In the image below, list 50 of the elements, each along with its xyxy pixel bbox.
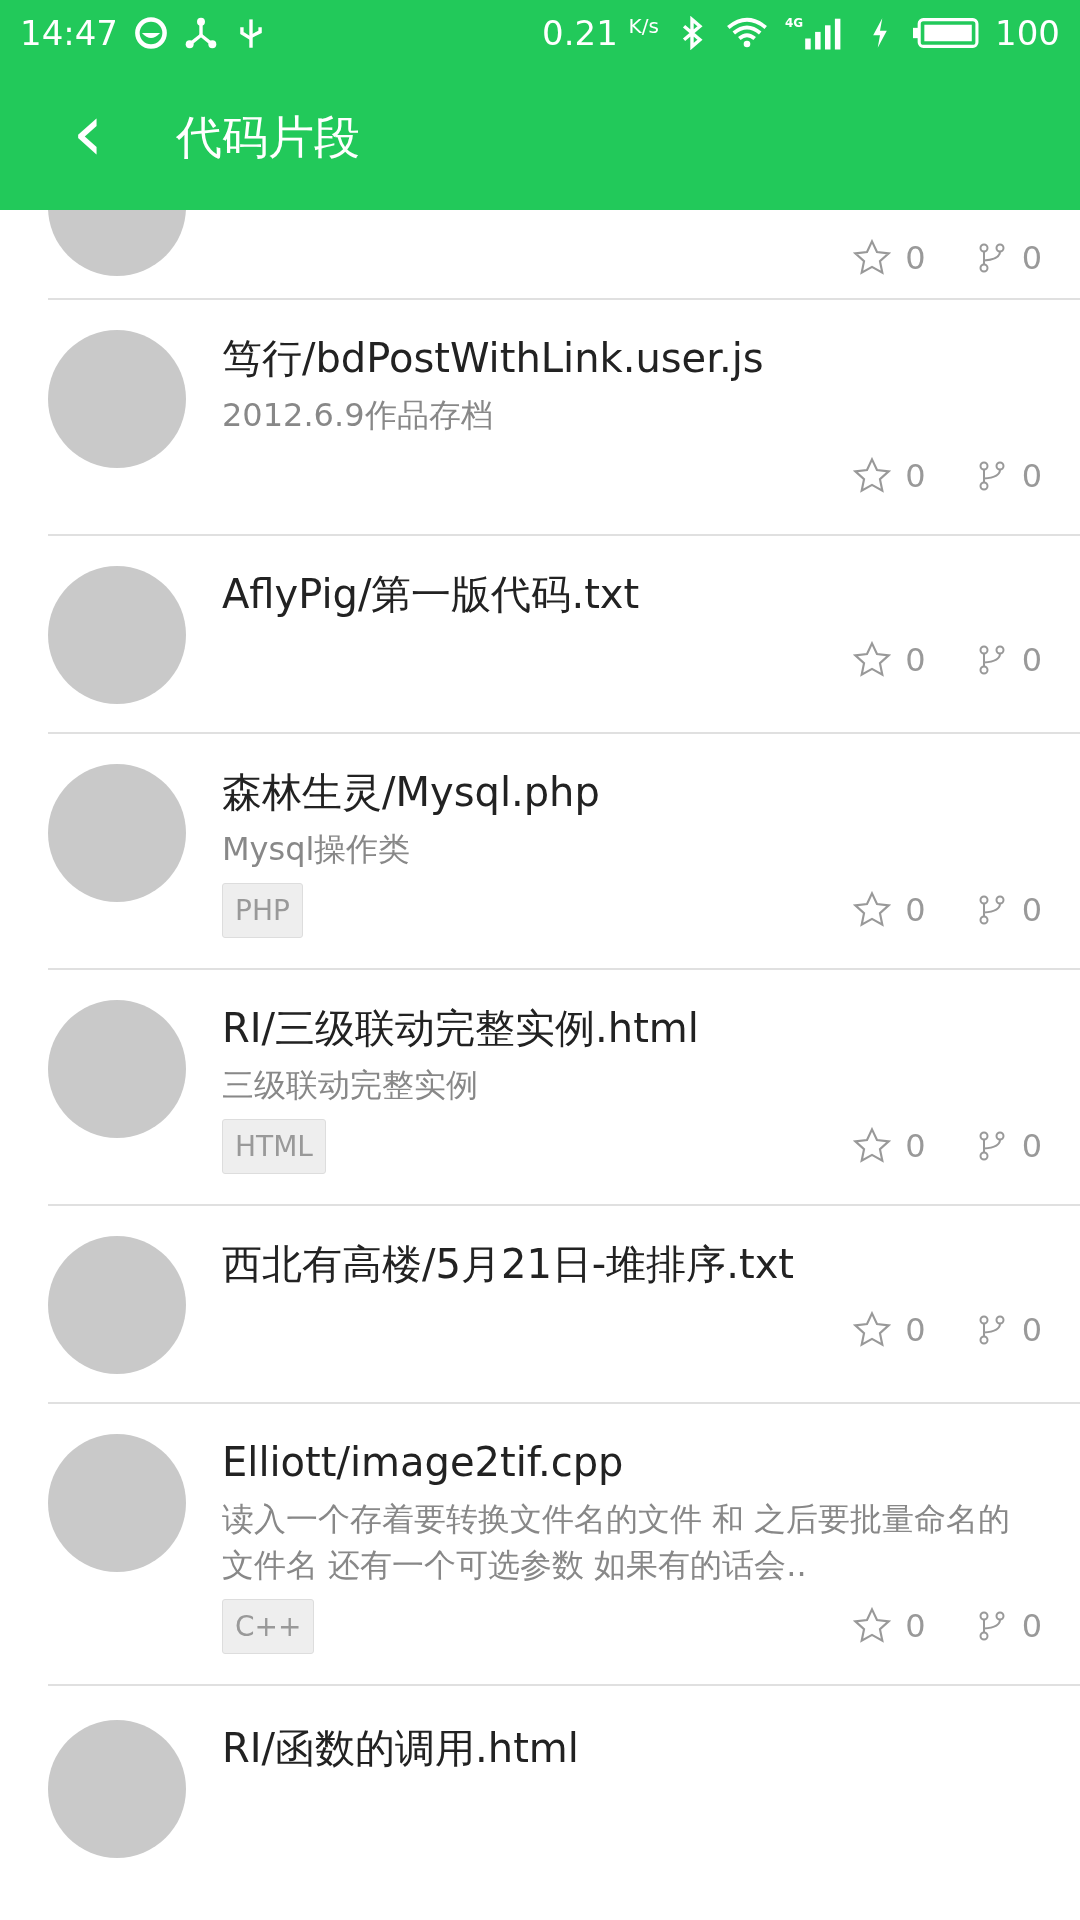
star-count: 0: [905, 1127, 926, 1165]
star-icon: [853, 1127, 892, 1165]
star-icon: [853, 239, 892, 277]
star-count: 0: [905, 641, 926, 679]
share-icon: [184, 16, 218, 50]
snippet-description: 三级联动完整实例: [222, 1065, 479, 1106]
star-count: 0: [905, 457, 926, 495]
fork-count: 0: [1021, 1127, 1042, 1165]
fork-count: 0: [1021, 891, 1042, 929]
snippet-title: 笃行/bdPostWithLink.user.js: [222, 334, 765, 383]
fork-count: 0: [1021, 239, 1042, 277]
battery-level: 100: [995, 13, 1060, 53]
star-count: 0: [905, 239, 926, 277]
snippet-item[interactable]: 西北有高楼/5月21日-堆排序.txt 0 0: [48, 1206, 1080, 1404]
star-icon: [853, 1607, 892, 1645]
battery-icon: [913, 17, 980, 49]
snippet-item[interactable]: AflyPig/第一版代码.txt 0 0: [48, 536, 1080, 734]
snippet-description: 读入一个存着要转换文件名的文件 和 之后要批量命名的文件名 还有一个可选参数 如果有的话会..: [222, 1499, 1012, 1586]
star-count: 0: [905, 891, 926, 929]
snippet-title: 西北有高楼/5月21日-堆排序.txt: [222, 1240, 795, 1289]
fork-count: 0: [1021, 1607, 1042, 1645]
snippet-description: Mysql操作类: [222, 829, 412, 870]
snippet-title: Elliott/image2tif.cpp: [222, 1438, 625, 1487]
snippet-description: 2012.6.9作品存档: [222, 395, 494, 436]
star-icon: [853, 1311, 892, 1349]
language-tag: HTML: [222, 1118, 326, 1174]
star-count: 0: [905, 1607, 926, 1645]
fork-count: 0: [1021, 1311, 1042, 1349]
star-icon: [853, 457, 892, 495]
wifi-icon: [724, 16, 769, 50]
snippet-title: RI/函数的调用.html: [222, 1724, 580, 1773]
fork-count: 0: [1021, 457, 1042, 495]
snippet-title: RI/三级联动完整实例.html: [222, 1004, 700, 1053]
snippet-item[interactable]: RI/三级联动完整实例.html 三级联动完整实例 HTML 0 0: [48, 970, 1080, 1206]
language-tag: PHP: [222, 882, 303, 938]
snippet-item[interactable]: 笃行/bdPostWithLink.user.js 2012.6.9作品存档 0 0: [48, 300, 1080, 536]
page-title: 代码片段: [176, 109, 360, 166]
face-icon: [134, 16, 168, 50]
star-count: 0: [905, 1311, 926, 1349]
star-icon: [853, 891, 892, 929]
snippet-title: 森林生灵/Mysql.php: [222, 768, 601, 817]
snippet-item[interactable]: 森林生灵/Mysql.php Mysql操作类 PHP 0 0: [48, 734, 1080, 970]
snippet-item[interactable]: Elliott/image2tif.cpp 读入一个存着要转换文件名的文件 和 之后要批量命名的文件名 还有一个可选参数 如果有的话会.. C++ 0 0: [48, 1404, 1080, 1686]
network-type: 4G: [784, 16, 804, 30]
language-tag: C++: [222, 1598, 315, 1654]
snippet-title: AflyPig/第一版代码.txt: [222, 570, 641, 619]
status-time: 14:47: [20, 13, 118, 53]
star-icon: [853, 641, 892, 679]
network-speed: 0.21 $^{K/s}$: [542, 13, 659, 53]
fork-count: 0: [1021, 641, 1042, 679]
